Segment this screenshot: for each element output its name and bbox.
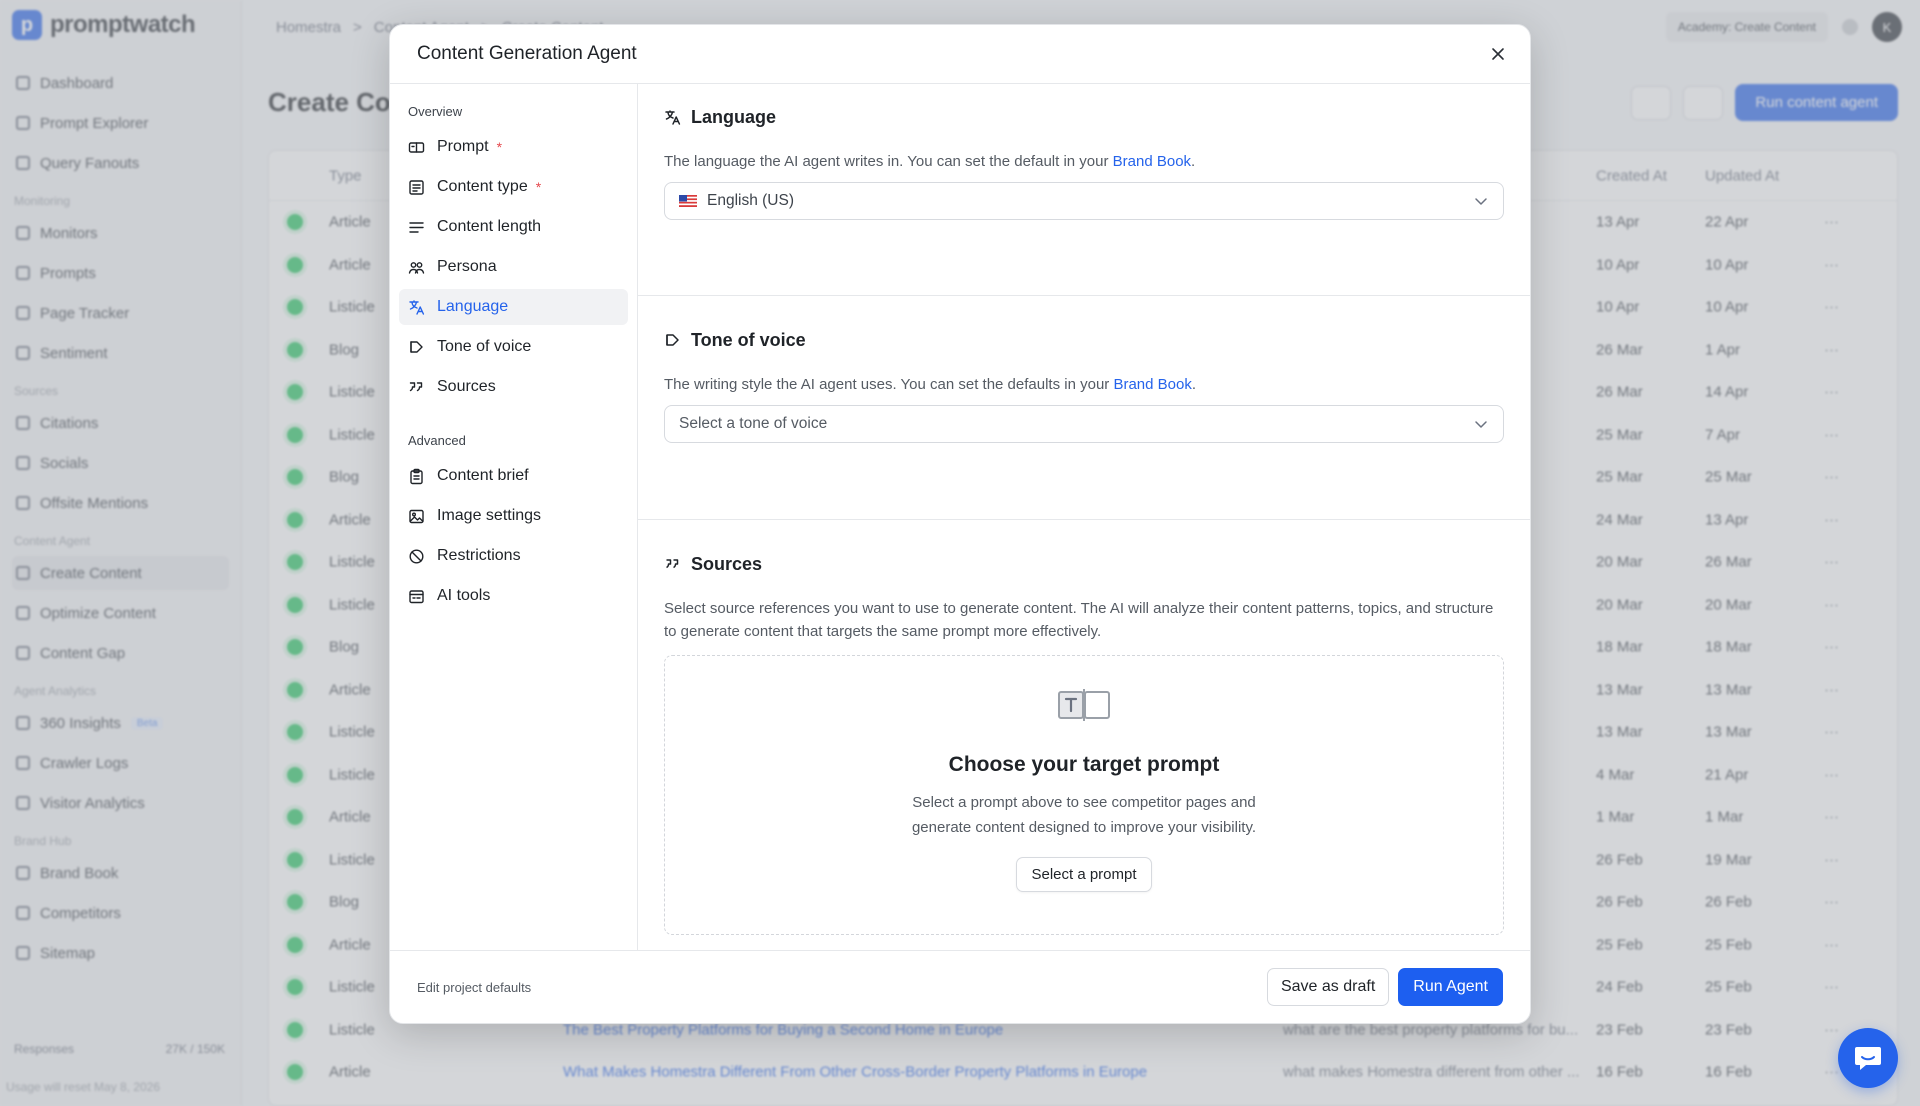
tone-section: Tone of voice The writing style the AI a… xyxy=(638,296,1530,520)
language-icon xyxy=(409,299,425,315)
language-heading: Language xyxy=(691,107,777,127)
tools-icon xyxy=(409,589,424,603)
nav-item-label: Content brief xyxy=(437,467,529,484)
chat-launcher-button[interactable] xyxy=(1838,1028,1898,1088)
clipboard-icon xyxy=(410,468,423,484)
tone-icon xyxy=(666,334,679,346)
nav-item-label: Tone of voice xyxy=(437,338,532,355)
nav-item-language[interactable]: Language xyxy=(399,289,628,325)
quote-icon xyxy=(666,559,679,569)
brand-book-link[interactable]: Brand Book xyxy=(1113,153,1191,170)
nav-item-label: Content length xyxy=(437,218,542,235)
modal-footer: Edit project defaults Save as draft Run … xyxy=(390,950,1530,1023)
language-section: Language The language the AI agent write… xyxy=(638,84,1530,296)
edit-project-defaults-link[interactable]: Edit project defaults xyxy=(417,980,531,995)
language-value: English (US) xyxy=(707,192,794,209)
prompt-icon xyxy=(408,141,425,153)
content-length-icon xyxy=(409,221,424,233)
nav-section-overview: Overview xyxy=(408,104,463,119)
nav-item-tone-of-voice[interactable]: Tone of voice xyxy=(399,329,628,365)
empty-state-title: Choose your target prompt xyxy=(948,753,1220,776)
nav-item-prompt[interactable]: Prompt * xyxy=(399,129,628,165)
nav-item-sources[interactable]: Sources xyxy=(399,369,628,405)
run-agent-button[interactable]: Run Agent xyxy=(1398,968,1503,1006)
required-marker: * xyxy=(535,179,542,195)
language-icon xyxy=(665,110,681,125)
tone-description: The writing style the AI agent uses. You… xyxy=(664,376,1197,393)
us-flag-icon xyxy=(679,195,697,207)
nav-item-label: Prompt xyxy=(437,138,489,155)
nav-section-advanced: Advanced xyxy=(408,433,466,448)
brand-book-link[interactable]: Brand Book xyxy=(1113,376,1191,393)
modal-title: Content Generation Agent xyxy=(417,43,637,64)
nav-item-label: Persona xyxy=(437,258,497,275)
nav-item-image-settings[interactable]: Image settings xyxy=(399,498,628,534)
image-icon xyxy=(409,509,424,523)
tone-icon xyxy=(410,340,423,353)
chevron-down-icon xyxy=(1475,421,1487,428)
tone-heading: Tone of voice xyxy=(691,330,806,350)
modal-header: Content Generation Agent xyxy=(390,25,1530,84)
empty-state-description: Select a prompt above to see competitor … xyxy=(911,794,1257,836)
sources-empty-state: Choose your target prompt Select a promp… xyxy=(664,655,1504,935)
tone-select[interactable]: Select a tone of voice xyxy=(664,405,1504,443)
content-generation-modal: Content Generation Agent Overview Prompt… xyxy=(389,24,1531,1024)
language-description: The language the AI agent writes in. You… xyxy=(664,153,1196,170)
nav-item-persona[interactable]: Persona xyxy=(399,249,628,285)
nav-item-label: Restrictions xyxy=(437,547,521,564)
sources-heading: Sources xyxy=(691,554,763,574)
sources-description: Select source references you want to use… xyxy=(664,600,1494,640)
tone-placeholder: Select a tone of voice xyxy=(679,415,828,432)
nav-item-content-type[interactable]: Content type * xyxy=(399,169,628,205)
nav-item-label: Image settings xyxy=(437,507,542,524)
quote-icon xyxy=(409,381,423,391)
nav-item-label: AI tools xyxy=(437,587,491,604)
sources-section: Sources Select source references you wan… xyxy=(638,520,1530,950)
nav-item-restrictions[interactable]: Restrictions xyxy=(399,538,628,574)
nav-item-label: Sources xyxy=(437,378,496,395)
persona-icon xyxy=(408,261,425,274)
nav-item-content-length[interactable]: Content length xyxy=(399,209,628,245)
nav-item-label: Content type xyxy=(437,178,528,195)
prompt-placeholder-icon xyxy=(1058,689,1110,721)
ban-icon xyxy=(409,548,424,564)
nav-item-ai-tools[interactable]: AI tools xyxy=(399,578,628,614)
save-draft-button[interactable]: Save as draft xyxy=(1266,968,1390,1006)
chevron-down-icon xyxy=(1475,198,1487,205)
chat-icon xyxy=(1855,1047,1881,1070)
language-select[interactable]: English (US) xyxy=(664,182,1504,220)
modal-content: Language The language the AI agent write… xyxy=(638,84,1530,950)
close-button[interactable] xyxy=(1484,40,1512,68)
modal-nav: Overview Prompt * Content type * Content len… xyxy=(390,84,638,950)
nav-item-content-brief[interactable]: Content brief xyxy=(399,458,628,494)
content-type-icon xyxy=(409,179,424,195)
close-icon xyxy=(1492,48,1504,60)
nav-item-label: Language xyxy=(437,298,509,315)
required-marker: * xyxy=(496,139,503,155)
select-prompt-button[interactable]: Select a prompt xyxy=(1016,857,1152,892)
